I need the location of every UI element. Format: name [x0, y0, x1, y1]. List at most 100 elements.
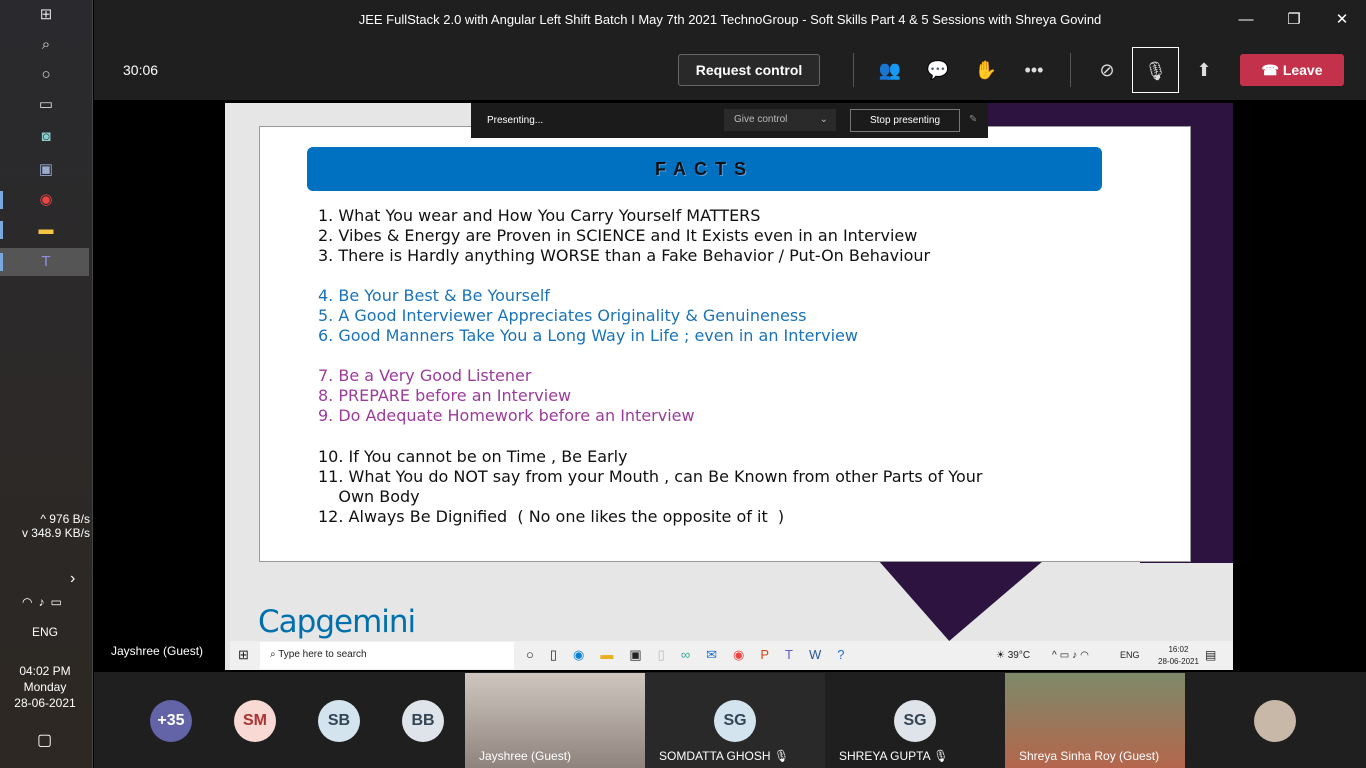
fact-text: A Good Interviewer Appreciates Originali… — [338, 306, 807, 325]
participant-name: Shreya Sinha Roy (Guest) — [1019, 749, 1160, 763]
camera-app-icon[interactable]: ◙ — [36, 127, 56, 147]
shared-windows-taskbar: ⊞ ⌕ Type here to search ○▯◉▬▣▯∞✉◉PTW? ☀ … — [230, 641, 1233, 670]
fact-item: 4. Be Your Best & Be Yourself — [318, 286, 550, 306]
chat-icon[interactable]: 💬 — [923, 55, 953, 85]
fact-text: Do Adequate Homework before an Interview — [338, 406, 695, 425]
clock-day: Monday — [23, 680, 67, 694]
participant-avatar[interactable]: BB — [402, 700, 444, 742]
fact-item: 11. What You do NOT say from your Mouth … — [318, 467, 982, 507]
fact-number: 2. — [318, 226, 334, 245]
tray-icons[interactable]: ◠♪▭ — [22, 595, 68, 609]
participant-tile[interactable]: SG SHREYA GUPTA 🎙 — [825, 673, 1005, 768]
stop-presenting-button[interactable]: Stop presenting — [850, 109, 960, 132]
participant-avatar: SG — [894, 700, 936, 742]
fact-item: 6. Good Manners Take You a Long Way in L… — [318, 326, 858, 346]
taskbar-app-icons: ○▯◉▬▣▯∞✉◉PTW? — [526, 647, 861, 662]
clock-time: 16:02 — [1168, 645, 1189, 654]
maximize-icon[interactable]: ❐ — [1270, 0, 1318, 40]
mic-muted-icon: 🎙 — [933, 749, 949, 763]
reactions-icon[interactable]: ✋ — [971, 55, 1001, 85]
fact-number: 4. — [318, 286, 334, 305]
participant-avatar[interactable]: SB — [318, 700, 360, 742]
presenting-bar: Presenting... Give control ⌄ Stop present… — [471, 103, 988, 138]
pin-icon[interactable]: ✎ — [969, 114, 977, 125]
fact-text: PREPARE before an Interview — [338, 386, 572, 405]
fact-text: Always Be Dignified ( No one likes the o… — [348, 507, 785, 526]
participant-tile[interactable]: SG SOMDATTA GHOSH 🎙 — [645, 673, 825, 768]
leave-label: Leave — [1282, 62, 1323, 78]
participants-icon[interactable]: 👥 — [875, 55, 905, 85]
slide-heading: FACTS — [307, 147, 1102, 191]
participant-avatar: SG — [714, 700, 756, 742]
windows-start-icon: ⊞ — [238, 647, 249, 662]
fact-number: 9. — [318, 406, 334, 425]
mic-muted-icon[interactable]: 🎙 — [1132, 47, 1179, 93]
fact-text: There is Hardly anything WORSE than a Fa… — [338, 246, 931, 265]
meeting-timer: 30:06 — [123, 62, 159, 78]
fact-number: 5. — [318, 306, 334, 325]
clock[interactable]: 04:02 PM Monday 28-06-2021 — [0, 663, 90, 711]
chevron-right-icon[interactable]: › — [70, 570, 75, 588]
fact-item: 9. Do Adequate Homework before an Interv… — [318, 406, 695, 426]
language-indicator: ENG — [1120, 650, 1140, 660]
fact-text: What You wear and How You Carry Yourself… — [338, 206, 761, 225]
more-participants-button[interactable]: +35 — [150, 700, 192, 742]
self-avatar[interactable] — [1254, 700, 1296, 742]
fact-item: 7. Be a Very Good Listener — [318, 366, 531, 386]
notification-icon[interactable]: ▢ — [37, 730, 52, 750]
chevron-down-icon: ⌄ — [819, 114, 828, 125]
participant-avatar[interactable]: SM — [234, 700, 276, 742]
participant-video-tile[interactable]: Jayshree (Guest) — [465, 673, 645, 768]
fact-item: 1. What You wear and How You Carry Yours… — [318, 206, 760, 226]
mic-muted-icon: 🎙 — [773, 749, 790, 763]
minimize-icon[interactable]: — — [1222, 0, 1270, 40]
teams-icon[interactable]: T — [36, 252, 56, 272]
file-explorer-icon[interactable]: ▬ — [36, 220, 56, 240]
weather: ☀ 39°C — [996, 650, 1031, 661]
clock-date: 28-06-2021 — [14, 696, 76, 710]
search-icon[interactable]: ⌕ — [36, 35, 56, 55]
cortana-icon[interactable]: ○ — [36, 65, 56, 85]
participant-name-text: SOMDATTA GHOSH — [659, 749, 771, 763]
photos-icon[interactable]: ▣ — [36, 160, 56, 180]
more-options-icon[interactable]: ••• — [1019, 55, 1049, 85]
fact-text: What You do NOT say from your Mouth , ca… — [338, 467, 983, 506]
close-icon[interactable]: ✕ — [1318, 0, 1366, 40]
leave-button[interactable]: ☎ Leave — [1240, 54, 1344, 86]
search-placeholder: Type here to search — [278, 649, 367, 660]
language-indicator[interactable]: ENG — [0, 625, 90, 639]
fact-text: Vibes & Energy are Proven in SCIENCE and… — [338, 226, 918, 245]
download-speed: 348.9 KB/s — [31, 526, 90, 540]
window-title: JEE FullStack 2.0 with Angular Left Shif… — [358, 12, 1102, 27]
camera-off-icon[interactable]: ⊘ — [1092, 55, 1122, 85]
upload-speed: 976 B/s — [49, 512, 90, 526]
fact-number: 12. — [318, 507, 344, 526]
fact-text: Be a Very Good Listener — [338, 366, 532, 385]
fact-number: 11. — [318, 467, 344, 486]
fact-item: 5. A Good Interviewer Appreciates Origin… — [318, 306, 806, 326]
fact-number: 8. — [318, 386, 334, 405]
capgemini-logo: Capgemini — [258, 604, 416, 640]
fact-text: Be Your Best & Be Yourself — [338, 286, 550, 305]
fact-item: 8. PREPARE before an Interview — [318, 386, 571, 406]
fact-item: 12. Always Be Dignified ( No one likes t… — [318, 507, 784, 527]
give-control-dropdown[interactable]: Give control ⌄ — [724, 109, 836, 131]
give-control-label: Give control — [734, 114, 788, 125]
participant-name-text: SHREYA GUPTA — [839, 749, 930, 763]
fact-number: 1. — [318, 206, 334, 225]
clock-date: 28-06-2021 — [1158, 657, 1199, 666]
hang-up-icon: ☎ — [1261, 62, 1283, 78]
participant-name: SHREYA GUPTA 🎙 — [839, 749, 949, 763]
participant-video-tile[interactable]: Shreya Sinha Roy (Guest) — [1005, 673, 1185, 768]
fact-item: 3. There is Hardly anything WORSE than a… — [318, 246, 930, 266]
fact-text: If You cannot be on Time , Be Early — [348, 447, 628, 466]
fact-number: 10. — [318, 447, 344, 466]
chrome-icon[interactable]: ◉ — [36, 190, 56, 210]
fact-item: 2. Vibes & Energy are Proven in SCIENCE … — [318, 226, 917, 246]
network-speed: ^ 976 B/s v 348.9 KB/s — [21, 512, 90, 540]
share-tray-icon[interactable]: ⬆ — [1189, 55, 1219, 85]
task-view-icon[interactable]: ▭ — [36, 95, 56, 115]
presenting-status: Presenting... — [487, 115, 544, 126]
windows-start-icon[interactable]: ⊞ — [36, 5, 56, 25]
request-control-button[interactable]: Request control — [678, 54, 820, 86]
